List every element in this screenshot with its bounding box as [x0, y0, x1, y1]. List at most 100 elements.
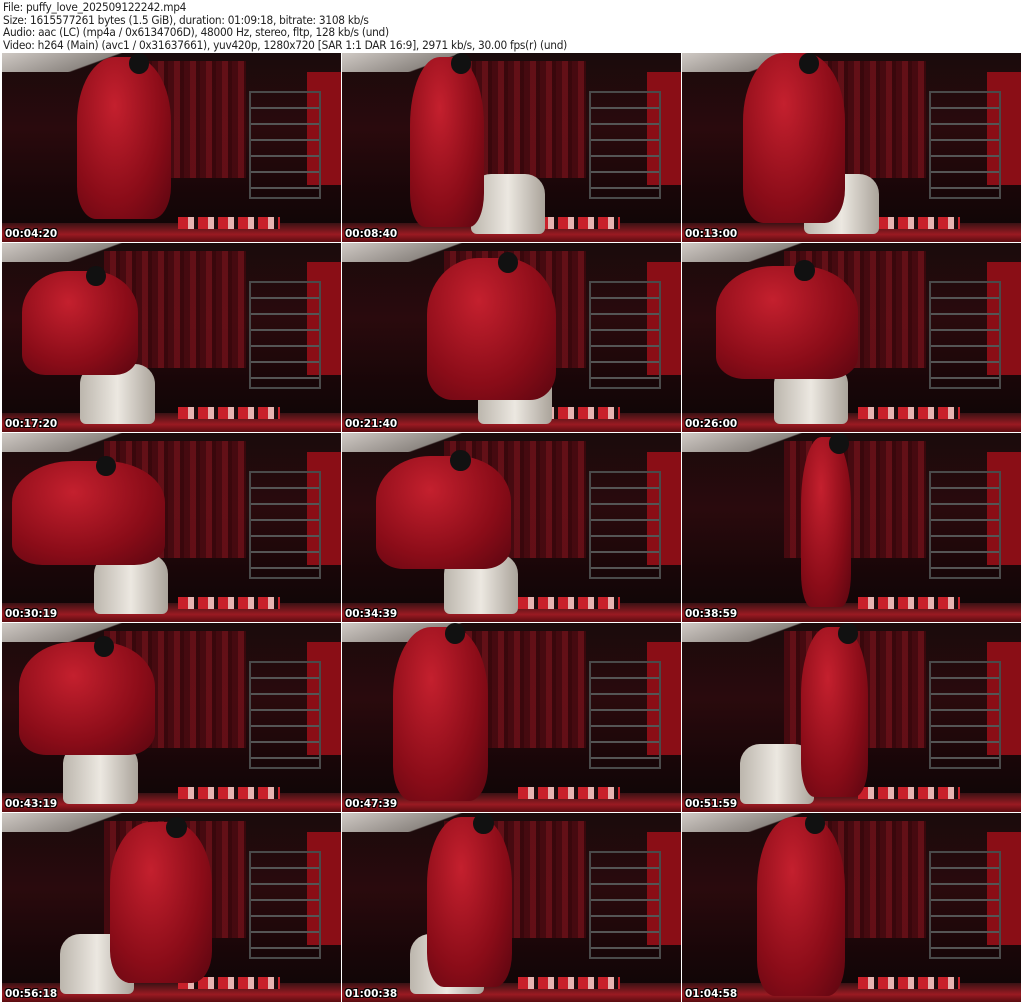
video-thumbnail: 00:30:19	[2, 433, 341, 622]
timestamp-label: 00:56:18	[5, 988, 58, 1000]
video-thumbnail: 00:56:18	[2, 813, 341, 1002]
timestamp-label: 00:43:19	[5, 798, 58, 810]
shoe-shelf	[588, 660, 661, 769]
shoe-shelf	[928, 90, 1001, 199]
shoe-shelf	[248, 470, 321, 579]
person-red-dress	[426, 816, 512, 987]
ceiling	[682, 813, 1021, 832]
shoe-shelf	[588, 280, 661, 389]
timestamp-label: 00:47:39	[345, 798, 398, 810]
person-head	[805, 813, 826, 834]
shoes-row	[518, 597, 620, 609]
person-red-dress	[756, 816, 845, 997]
ceiling	[682, 53, 1021, 72]
video-thumbnail: 00:13:00	[682, 53, 1021, 242]
ceiling	[682, 433, 1021, 452]
person-head	[837, 623, 859, 644]
ceiling	[342, 813, 681, 832]
shoe-shelf	[928, 470, 1001, 579]
person-head	[93, 636, 114, 657]
person-red-dress	[18, 641, 155, 756]
shoes-row	[858, 407, 960, 419]
timestamp-label: 00:38:59	[685, 608, 738, 620]
video-thumbnail: 00:04:20	[2, 53, 341, 242]
shoes-row	[178, 597, 280, 609]
person-red-dress	[800, 626, 869, 797]
shoe-shelf	[248, 280, 321, 389]
video-thumbnail: 00:47:39	[342, 623, 681, 812]
ceiling	[2, 243, 341, 262]
shoes-row	[518, 787, 620, 799]
person-red-dress	[800, 436, 852, 607]
shoes-row	[178, 787, 280, 799]
person-head	[166, 816, 187, 838]
video-thumbnail: 01:00:38	[342, 813, 681, 1002]
person-head	[128, 53, 150, 74]
video-thumbnail: 00:21:40	[342, 243, 681, 432]
video-thumbnail: 00:08:40	[342, 53, 681, 242]
video-thumbnail: 00:34:39	[342, 433, 681, 622]
ceiling	[342, 433, 681, 452]
shoes-row	[178, 407, 280, 419]
shoes-row	[518, 977, 620, 989]
timestamp-label: 00:13:00	[685, 228, 738, 240]
shoe-shelf	[928, 280, 1001, 389]
timestamp-label: 00:34:39	[345, 608, 398, 620]
ceiling	[682, 243, 1021, 262]
shoe-shelf	[248, 660, 321, 769]
video-thumbnail: 00:51:59	[682, 623, 1021, 812]
file-name: File: puffy_love_202509122242.mp4	[3, 0, 187, 14]
person-red-dress	[110, 822, 213, 984]
shoe-shelf	[928, 850, 1001, 959]
person-red-dress	[12, 461, 165, 566]
shoe-shelf	[588, 90, 661, 199]
timestamp-label: 00:08:40	[345, 228, 398, 240]
shoe-shelf	[248, 90, 321, 199]
person-head	[794, 260, 815, 281]
person-head	[450, 53, 472, 74]
ceiling	[2, 623, 341, 642]
video-thumbnail: 00:17:20	[2, 243, 341, 432]
shoe-shelf	[588, 470, 661, 579]
person-red-dress	[715, 265, 859, 380]
video-thumbnail: 01:04:58	[682, 813, 1021, 1002]
person-head	[828, 433, 849, 454]
ceiling	[2, 433, 341, 452]
ceiling	[342, 623, 681, 642]
person-red-dress	[409, 56, 485, 227]
person-head	[445, 623, 466, 644]
timestamp-label: 00:04:20	[5, 228, 58, 240]
shoes-row	[858, 977, 960, 989]
timestamp-label: 00:30:19	[5, 608, 58, 620]
ceiling	[342, 53, 681, 72]
timestamp-label: 01:04:58	[685, 988, 738, 1000]
person-red-dress	[392, 626, 488, 801]
audio-info: Audio: aac (LC) (mp4a / 0x6134706D), 480…	[3, 25, 389, 39]
timestamp-label: 01:00:38	[345, 988, 398, 1000]
ceiling	[2, 53, 341, 72]
timestamp-label: 00:17:20	[5, 418, 58, 430]
person-head	[450, 450, 471, 471]
person-red-dress	[426, 258, 556, 400]
person-head	[497, 252, 518, 274]
timestamp-label: 00:26:00	[685, 418, 738, 430]
person-red-dress	[76, 56, 172, 220]
video-thumbnail: 00:26:00	[682, 243, 1021, 432]
shoes-row	[178, 217, 280, 229]
person-head	[473, 813, 494, 834]
person-red-dress	[22, 271, 138, 376]
shoe-shelf	[928, 660, 1001, 769]
shoes-row	[858, 787, 960, 799]
shoe-shelf	[248, 850, 321, 959]
video-thumbnail: 00:38:59	[682, 433, 1021, 622]
shoes-row	[858, 597, 960, 609]
video-thumbnail: 00:43:19	[2, 623, 341, 812]
timestamp-label: 00:51:59	[685, 798, 738, 810]
timestamp-label: 00:21:40	[345, 418, 398, 430]
thumbnail-grid: 00:04:20 00:08:40 00:13:00 00:17:20 00:2…	[2, 53, 1022, 1002]
video-info: Video: h264 (Main) (avc1 / 0x31637661), …	[3, 37, 567, 52]
person-red-dress	[743, 53, 845, 224]
person-red-dress	[375, 455, 512, 570]
file-info-header: File: puffy_love_202509122242.mp4 Size: …	[3, 1, 567, 51]
shoe-shelf	[588, 850, 661, 959]
